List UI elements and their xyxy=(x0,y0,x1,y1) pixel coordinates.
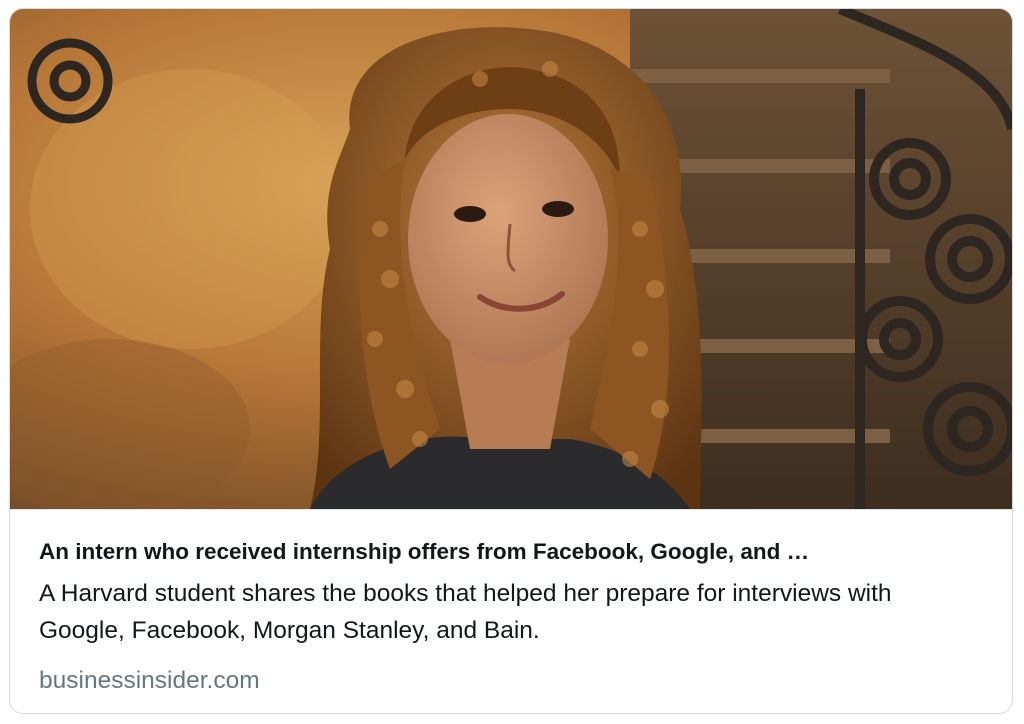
portrait-photo xyxy=(10,9,1012,509)
article-title[interactable]: An intern who received internship offers… xyxy=(39,537,999,567)
article-image[interactable] xyxy=(10,9,1012,510)
card-text: An intern who received internship offers… xyxy=(39,537,992,696)
source-domain[interactable]: businessinsider.com xyxy=(39,666,992,696)
article-description: A Harvard student shares the books that … xyxy=(39,580,892,644)
link-preview-card[interactable]: An intern who received internship offers… xyxy=(9,8,1013,714)
